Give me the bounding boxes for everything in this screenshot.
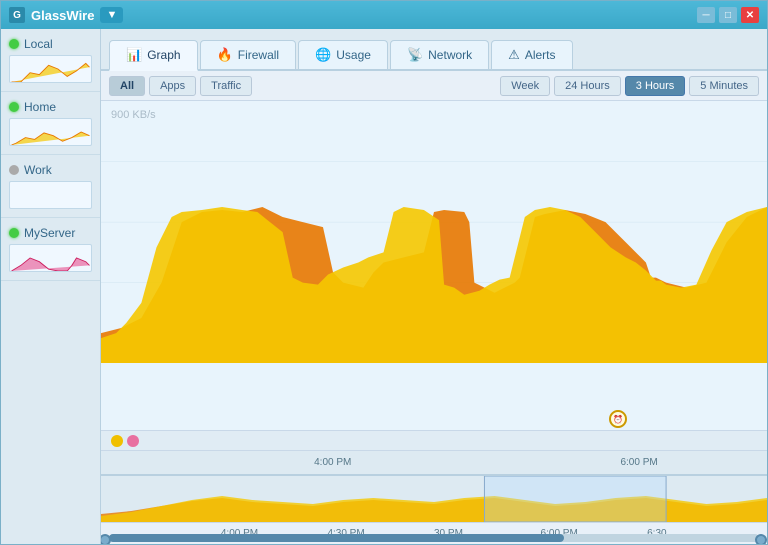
sub-bar: All Apps Traffic Week 24 Hours 3 Hours 5… <box>101 71 767 101</box>
mini-slider[interactable] <box>101 532 767 544</box>
maximize-button[interactable]: □ <box>719 7 737 23</box>
status-dot-myserver <box>9 228 19 238</box>
tab-firewall[interactable]: 🔥 Firewall <box>200 40 297 69</box>
time-week[interactable]: Week <box>500 76 550 96</box>
sidebar-label-work: Work <box>24 163 52 177</box>
graph-tab-icon: 📊 <box>126 47 142 63</box>
sidebar-item-local[interactable]: Local <box>1 29 100 92</box>
tab-network-label: Network <box>428 48 472 62</box>
sidebar-graph-local <box>9 55 92 83</box>
sidebar-item-home-header: Home <box>9 100 92 114</box>
status-dot-local <box>9 39 19 49</box>
time-24hours[interactable]: 24 Hours <box>554 76 621 96</box>
tab-usage-label: Usage <box>336 48 371 62</box>
title-bar-left: G GlassWire ▼ <box>9 7 123 23</box>
main-window: G GlassWire ▼ ─ □ ✕ Local <box>0 0 768 545</box>
timeline-label-6pm: 6:00 PM <box>620 457 657 468</box>
usage-tab-icon: 🌐 <box>315 47 331 63</box>
app-logo: G <box>9 7 25 23</box>
main-area: Local Home <box>1 29 767 544</box>
status-dot-home <box>9 102 19 112</box>
sidebar-graph-myserver <box>9 244 92 272</box>
title-bar: G GlassWire ▼ ─ □ ✕ <box>1 1 767 29</box>
slider-handle-right[interactable] <box>755 534 767 544</box>
event-dot-pink <box>127 435 139 447</box>
title-dropdown[interactable]: ▼ <box>100 7 123 23</box>
slider-track <box>109 534 759 542</box>
sidebar-graph-work <box>9 181 92 209</box>
filter-apps[interactable]: Apps <box>149 76 196 96</box>
main-chart-svg <box>101 101 767 363</box>
tab-alerts[interactable]: ⚠ Alerts <box>491 40 572 69</box>
sidebar-item-local-header: Local <box>9 37 92 51</box>
time-controls: Week 24 Hours 3 Hours 5 Minutes <box>500 76 759 96</box>
content-area: 📊 Graph 🔥 Firewall 🌐 Usage 📡 Network ⚠ <box>101 29 767 544</box>
minimize-button[interactable]: ─ <box>697 7 715 23</box>
alerts-tab-icon: ⚠ <box>508 47 520 63</box>
tab-usage[interactable]: 🌐 Usage <box>298 40 388 69</box>
network-tab-icon: 📡 <box>407 47 423 63</box>
filter-all[interactable]: All <box>109 76 145 96</box>
sidebar-item-myserver-header: MyServer <box>9 226 92 240</box>
sidebar-label-myserver: MyServer <box>24 226 75 240</box>
mini-chart-area <box>101 476 767 522</box>
timeline-labels: 4:00 PM 6:00 PM <box>101 450 767 474</box>
event-dot-yellow <box>111 435 123 447</box>
filter-traffic[interactable]: Traffic <box>200 76 252 96</box>
sidebar-item-work[interactable]: Work <box>1 155 100 218</box>
sidebar-item-home[interactable]: Home <box>1 92 100 155</box>
tab-graph-label: Graph <box>147 48 180 62</box>
sidebar-graph-home <box>9 118 92 146</box>
clock-icon: ⏰ <box>609 410 627 428</box>
title-controls: ─ □ ✕ <box>697 7 759 23</box>
tab-alerts-label: Alerts <box>525 48 556 62</box>
event-dots <box>101 430 767 450</box>
sidebar: Local Home <box>1 29 101 544</box>
sidebar-label-home: Home <box>24 100 56 114</box>
slider-fill <box>109 534 564 542</box>
status-dot-work <box>9 165 19 175</box>
time-3hours[interactable]: 3 Hours <box>625 76 686 96</box>
tab-firewall-label: Firewall <box>238 48 279 62</box>
slider-handle-left[interactable] <box>101 534 111 544</box>
time-5minutes[interactable]: 5 Minutes <box>689 76 759 96</box>
close-button[interactable]: ✕ <box>741 7 759 23</box>
sidebar-item-myserver[interactable]: MyServer <box>1 218 100 281</box>
timeline-label-4pm: 4:00 PM <box>314 457 351 468</box>
graph-container: 900 KB/s ⏰ <box>101 101 767 474</box>
sidebar-item-work-header: Work <box>9 163 92 177</box>
mini-timeline: 4:00 PM 4:30 PM 30 PM 6:00 PM 6:30 <box>101 474 767 544</box>
tab-network[interactable]: 📡 Network <box>390 40 489 69</box>
sidebar-label-local: Local <box>24 37 53 51</box>
tab-bar: 📊 Graph 🔥 Firewall 🌐 Usage 📡 Network ⚠ <box>101 29 767 71</box>
firewall-tab-icon: 🔥 <box>217 47 233 63</box>
tab-graph[interactable]: 📊 Graph <box>109 40 198 71</box>
app-title: GlassWire <box>31 8 94 23</box>
